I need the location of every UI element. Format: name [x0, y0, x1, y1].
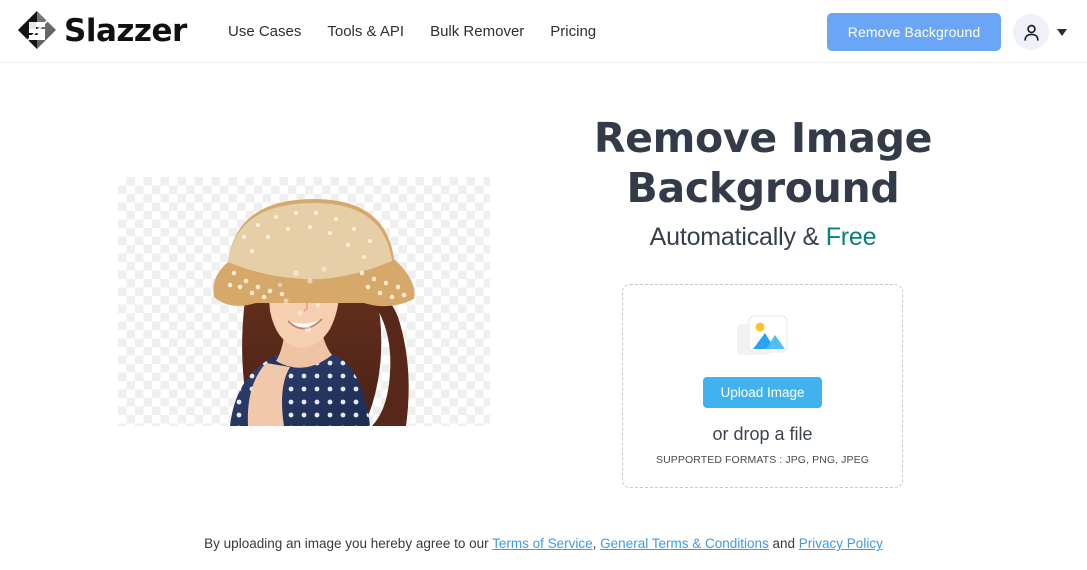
nav-item-bulk-remover[interactable]: Bulk Remover [430, 20, 524, 44]
subtitle-prefix: Automatically & [649, 223, 826, 251]
legal-footer: By uploading an image you hereby agree t… [0, 536, 1087, 551]
user-avatar-icon[interactable] [1013, 14, 1049, 50]
drop-file-text: or drop a file [712, 424, 813, 444]
slazzer-diamond-logo-icon [14, 8, 60, 54]
page-title-line1: Remove Image [593, 114, 933, 162]
legal-separator-2: and [768, 536, 799, 551]
page-title-line2: Background [626, 164, 900, 212]
nav-item-pricing[interactable]: Pricing [550, 20, 596, 44]
site-header: Slazzer Use Cases Tools & API Bulk Remov… [0, 0, 1087, 63]
nav-item-tools-api[interactable]: Tools & API [327, 20, 404, 44]
supported-formats-text: SUPPORTED FORMATS : JPG, PNG, JPEG [655, 454, 870, 466]
main-navigation: Use Cases Tools & API Bulk Remover Prici… [228, 20, 596, 44]
brand-name: Slazzer [64, 12, 187, 49]
page-title: Remove Image Background [563, 113, 963, 213]
upload-dropzone[interactable]: Upload Image or drop a file SUPPORTED FO… [622, 284, 903, 488]
account-menu[interactable] [1013, 14, 1067, 50]
general-terms-link[interactable]: General Terms & Conditions [600, 536, 769, 551]
upload-image-button[interactable]: Upload Image [703, 377, 822, 408]
privacy-policy-link[interactable]: Privacy Policy [799, 536, 883, 551]
page-subtitle: Automatically & Free [563, 223, 963, 252]
legal-prefix: By uploading an image you hereby agree t… [204, 536, 493, 551]
terms-of-service-link[interactable]: Terms of Service [492, 536, 593, 551]
subtitle-accent: Free [825, 223, 877, 251]
main-content: Remove Image Background Automatically & … [0, 64, 1087, 570]
sample-image [118, 177, 490, 426]
chevron-down-icon[interactable] [1057, 28, 1067, 36]
brand-logo[interactable]: Slazzer [14, 6, 187, 56]
nav-item-use-cases[interactable]: Use Cases [228, 20, 301, 44]
image-placeholder-icon [735, 312, 791, 360]
remove-background-button[interactable]: Remove Background [827, 13, 1001, 51]
